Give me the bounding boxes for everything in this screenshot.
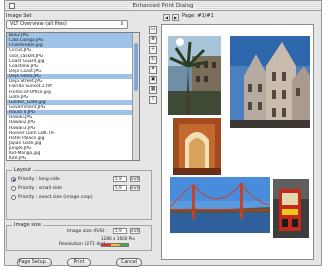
print-button[interactable]: Print <box>67 258 91 267</box>
page-setup-button[interactable]: Page Setup... <box>17 258 52 267</box>
layout-group: Layout Priority : long side 5.9 inch Pri… <box>6 167 152 220</box>
image-set-label: Image Set <box>6 13 32 19</box>
exact-size-label: Priority : exact size (image crop) <box>18 195 93 200</box>
next-page-icon[interactable]: ▶ <box>172 14 179 21</box>
text-tool-icon[interactable]: T <box>149 96 157 104</box>
resolution-quality-bar <box>101 243 129 247</box>
radio-small-side[interactable] <box>11 186 16 191</box>
image-size-unit-select[interactable]: inch <box>130 228 140 234</box>
resolution-label: Resolution (271 dpi) <box>59 242 106 247</box>
radio-exact-size[interactable] <box>11 195 16 200</box>
layout-option-exact-size[interactable]: Priority : exact size (image crop) <box>11 194 93 201</box>
pixel-dimensions: 1280 x 1600 Pix <box>101 236 135 241</box>
image-set-select[interactable]: VLT Overview (all files) ⇕ <box>6 20 128 29</box>
long-side-label: Priority : long side <box>18 177 60 182</box>
preview-toolbar: ▭ ✥ + ↻ ⌗ ▣ ▦ T <box>149 26 158 106</box>
layout-group-title: Layout <box>12 167 33 173</box>
cancel-button[interactable]: Cancel <box>116 258 142 267</box>
preview-photo-red-vehicle[interactable] <box>273 179 309 238</box>
grid-tool-icon[interactable]: ▦ <box>149 86 157 94</box>
image-size-group-title: Image size <box>12 222 43 228</box>
left-panel: Image Set VLT Overview (all files) ⇕ Bus… <box>6 13 152 251</box>
window-title: Enhanced Print Dialog <box>5 2 321 10</box>
image-size-value-field[interactable]: 5.9 <box>113 228 127 234</box>
small-side-value-field[interactable]: 5.9 <box>113 185 127 191</box>
preview-photo-palm-building[interactable] <box>168 36 221 115</box>
preview-photo-golden-gate[interactable] <box>170 177 270 233</box>
long-side-value-field[interactable]: 5.9 <box>113 176 127 182</box>
image-set-value: VLT Overview (all files) <box>10 21 67 27</box>
layout-option-long-side[interactable]: Priority : long side <box>11 176 60 183</box>
layout-option-small-side[interactable]: Priority : small side <box>11 185 62 192</box>
file-list[interactable]: Bus2.JPG Cala Llonga.JPG Chantenber.jpg Cir… <box>6 32 140 161</box>
rotate-tool-icon[interactable]: ↻ <box>149 56 157 64</box>
file-list-rows: Bus2.JPG Cala Llonga.JPG Chantenber.jpg Cir… <box>7 33 139 160</box>
small-side-unit-select[interactable]: inch <box>130 185 140 191</box>
preview-photo-red-doorway[interactable] <box>173 118 221 175</box>
prev-page-icon[interactable]: ◀ <box>163 14 170 21</box>
image-size-group: Image size Image size (R/S): 5.9 inch 12… <box>6 222 152 251</box>
zoom-tool-icon[interactable]: + <box>149 46 157 54</box>
select-tool-icon[interactable]: ▭ <box>149 26 157 34</box>
fit-tool-icon[interactable]: ▣ <box>149 76 157 84</box>
up-down-arrows-icon: ⇕ <box>119 21 125 27</box>
scrollbar-thumb[interactable] <box>134 43 138 91</box>
long-side-unit-select[interactable]: inch <box>130 176 140 182</box>
radio-long-side[interactable] <box>11 177 16 182</box>
title-bar[interactable]: Enhanced Print Dialog <box>5 1 321 11</box>
window-title-text: Enhanced Print Dialog <box>128 3 198 9</box>
file-list-item[interactable]: Kite.JPG <box>7 156 139 160</box>
move-tool-icon[interactable]: ✥ <box>149 36 157 44</box>
file-list-scrollbar[interactable] <box>132 33 139 160</box>
small-side-label: Priority : small side <box>18 186 62 191</box>
image-size-label: Image size (R/S): <box>67 229 107 234</box>
print-preview-page[interactable] <box>161 24 314 260</box>
page-indicator: Page: #1/#1 <box>182 13 214 19</box>
preview-photo-ornate-building[interactable] <box>230 36 310 128</box>
crop-tool-icon[interactable]: ⌗ <box>149 66 157 74</box>
